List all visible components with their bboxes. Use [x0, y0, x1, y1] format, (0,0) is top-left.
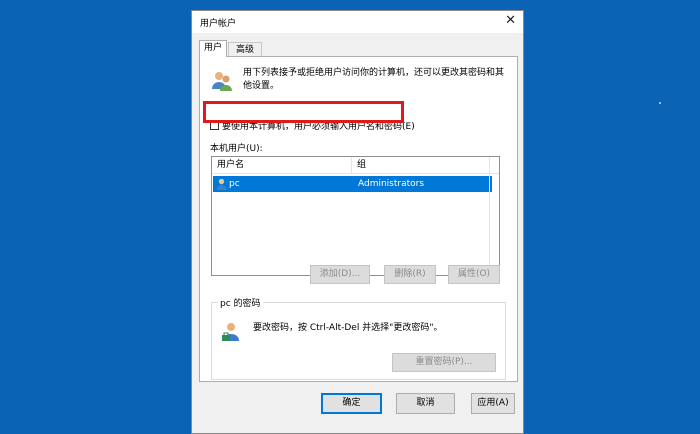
require-password-checkbox[interactable]	[210, 120, 219, 130]
local-users-label: 本机用户(U):	[210, 144, 263, 154]
list-edge	[489, 157, 490, 275]
password-instructions: 要改密码，按 Ctrl-Alt-Del 并选择"更改密码"。	[253, 323, 443, 333]
remove-user-button[interactable]: 删除(R)	[384, 265, 436, 284]
reset-password-button[interactable]: 重置密码(P)...	[392, 353, 496, 372]
require-password-label[interactable]: 要使用本计算机，用户必须输入用户名和密码(E)	[222, 119, 415, 132]
dialog-title: 用户帐户	[200, 19, 237, 29]
user-row-icon	[216, 178, 227, 190]
add-user-button[interactable]: 添加(D)...	[310, 265, 370, 284]
ok-button[interactable]: 确定	[321, 393, 382, 414]
users-tab-panel: 用下列表接予或拒绝用户访问你的计算机，还可以更改其密码和其他设置。 要使用本计算…	[199, 56, 518, 382]
tab-advanced[interactable]: 高级	[228, 42, 262, 57]
cancel-button[interactable]: 取消	[396, 393, 455, 414]
list-header: 用户名 组	[212, 157, 499, 174]
column-username[interactable]: 用户名	[212, 157, 352, 173]
users-list[interactable]: 用户名 组 pc Administrators	[211, 156, 500, 276]
column-group[interactable]: 组	[352, 157, 491, 173]
intro-text: 用下列表接予或拒绝用户访问你的计算机，还可以更改其密码和其他设置。	[243, 68, 505, 91]
title-bar: 用户帐户 ✕	[192, 11, 523, 33]
user-accounts-dialog: 用户帐户 ✕ 用户 高级 用下列表接予或拒绝用户访问你的计算机，还可以更改其密码…	[191, 10, 524, 434]
key-user-icon	[222, 323, 239, 341]
tab-users[interactable]: 用户	[199, 40, 227, 57]
row-username: pc	[229, 179, 240, 189]
properties-button[interactable]: 属性(O)	[448, 265, 500, 284]
apply-button[interactable]: 应用(A)	[471, 393, 515, 414]
desktop-speck	[659, 102, 661, 104]
close-icon[interactable]: ✕	[505, 14, 516, 28]
require-password-row[interactable]: 要使用本计算机，用户必须输入用户名和密码(E)	[210, 118, 415, 132]
password-groupbox: pc 的密码 要改密码，按 Ctrl-Alt-Del 并选择"更改密码"。 重置…	[211, 296, 506, 380]
row-group: Administrators	[358, 179, 425, 189]
password-group-title: pc 的密码	[218, 296, 263, 309]
table-row[interactable]: pc Administrators	[213, 176, 492, 192]
users-icon	[212, 72, 232, 91]
